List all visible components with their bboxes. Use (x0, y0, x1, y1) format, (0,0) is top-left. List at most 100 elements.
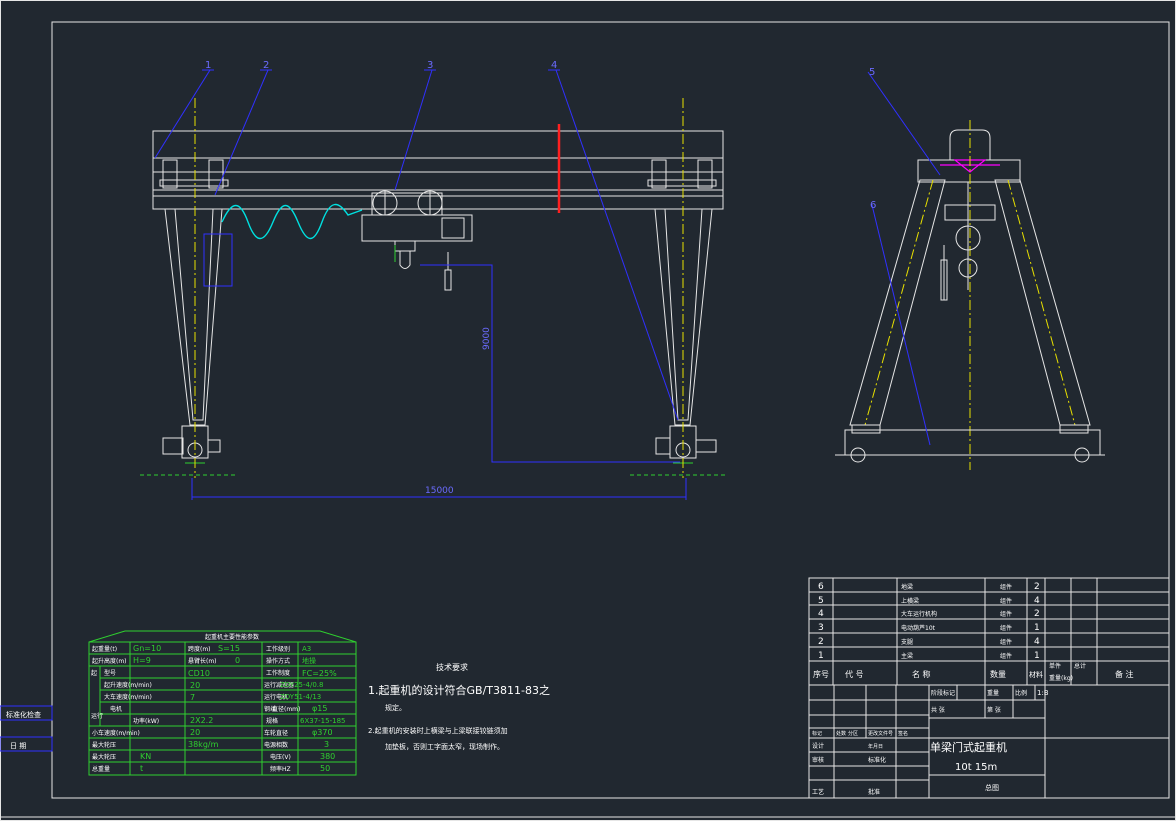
title-name: 单梁门式起重机 (930, 740, 1007, 754)
param-label: 车轮直径 (264, 729, 288, 737)
param-label: 电压(V) (270, 753, 291, 761)
param-label: 运行 (91, 712, 103, 720)
bom-hdr-name: 名 称 (912, 669, 931, 679)
param-label: 总重量 (92, 765, 110, 773)
tb-change: 更改文件号 (868, 730, 893, 737)
tech-line1b: 规定。 (385, 703, 406, 712)
bom-row-name: 大车运行机构 (901, 610, 937, 618)
span-dim: 15000 (425, 486, 454, 496)
param-label: 起升高度(m) (92, 657, 127, 665)
tb-sheets: 共 张 (931, 706, 945, 714)
param-value: 3 (324, 740, 329, 749)
param-value: 6X37-15-185 (300, 717, 345, 725)
bom-row-qty: 2 (1034, 582, 1040, 592)
param-label: 悬臂长(m) (188, 657, 217, 665)
param-label: 最大轮压 (92, 753, 116, 761)
title-spec: 10t 15m (955, 762, 997, 773)
param-value: A3 (302, 645, 311, 653)
tech-line2: 2.起重机的安装时上横梁与上梁联接铰链须加 (368, 726, 508, 735)
param-label: 跨度(m) (188, 645, 211, 653)
param-value: ZDY51-4/13 (280, 693, 321, 701)
bom-row-name: 电动葫芦10t (901, 624, 936, 632)
param-label: 最大轮压 (92, 741, 116, 749)
bom-row-no: 1 (818, 651, 824, 661)
tb-process: 工艺 (812, 788, 824, 796)
side-label-a: 标准化检查 (6, 710, 41, 719)
param-label: 工作级别 (266, 645, 290, 653)
param-value: 20 (190, 681, 200, 690)
tb-design: 设计 (812, 742, 824, 750)
bom-row-name: 支腿 (901, 638, 913, 646)
bom-hdr-total: 总计 (1074, 662, 1086, 670)
tb-sign: 签名 (898, 730, 908, 737)
param-value: 38kg/m (188, 740, 219, 749)
param-value: 2X2.2 (190, 716, 213, 725)
param-label: 起重量(t) (92, 645, 117, 653)
balloon-6: 6 (870, 200, 876, 211)
cad-drawing: 1 2 3 4 9000 15000 5 6 起重机主要性能参数 起重量(t) … (0, 0, 1176, 821)
drawing-frame (51, 21, 1170, 799)
tb-sheet-no: 第 张 (987, 706, 1001, 714)
param-value: CD10 (188, 669, 210, 678)
param-value: H=9 (133, 656, 151, 665)
bom-row-qty: 4 (1034, 596, 1040, 606)
param-value: ZDY25-4/0.8 (280, 681, 323, 689)
param-value: FC=25% (302, 669, 337, 678)
tb-scale: 比例 (1015, 689, 1027, 697)
tb-mark: 标记 (812, 730, 822, 737)
bom-hdr-no: 序号 (813, 669, 829, 679)
bom-row-qty: 4 (1034, 637, 1040, 647)
param-value: 7 (190, 693, 195, 702)
param-value: S=15 (218, 644, 240, 653)
params-title: 起重机主要性能参数 (205, 633, 259, 641)
param-label: 相数 (276, 741, 288, 749)
bom-hdr-remark: 备 注 (1115, 669, 1134, 679)
param-value: φ15 (312, 704, 327, 713)
param-label: 工作制度 (266, 669, 290, 677)
balloon-2: 2 (263, 60, 269, 71)
electric-hoist (361, 190, 473, 269)
bom-row-no: 2 (818, 637, 824, 647)
bom-row-qty: 2 (1034, 609, 1040, 619)
param-label: 直径(mm) (272, 705, 300, 713)
param-label: 起 (91, 669, 97, 677)
tech-title: 技术要求 (436, 662, 468, 672)
bom-row-mat: 组件 (1000, 638, 1012, 646)
bom-row-name: 地梁 (901, 583, 913, 591)
front-view (140, 69, 725, 500)
bom-row-mat: 组件 (1000, 610, 1012, 618)
param-label: 小车速度(m/min) (92, 729, 140, 737)
balloon-3: 3 (427, 60, 433, 71)
bom-hdr-mat: 材料 (1029, 670, 1043, 679)
param-label: 频率HZ (270, 765, 291, 773)
bom-row-mat: 组件 (1000, 652, 1012, 660)
param-value: 0 (235, 656, 240, 665)
balloon-1: 1 (205, 60, 211, 71)
tech-line1: 1.起重机的设计符合GB/T3811-83之 (368, 683, 550, 697)
bom-row-no: 6 (818, 582, 824, 592)
param-label: 功率(kW) (133, 717, 159, 725)
tb-stage: 阶段标记 (931, 689, 955, 697)
param-value: 50 (320, 764, 330, 773)
tb-review: 审核 (812, 756, 824, 764)
tb-approve: 批准 (868, 788, 880, 796)
param-label: 规格 (266, 717, 278, 725)
drawing-no: 总图 (985, 783, 999, 792)
bom-row-name: 主梁 (901, 652, 913, 660)
param-label: 操作方式 (266, 657, 290, 665)
tb-date: 年月日 (868, 743, 883, 750)
height-dim: 9000 (482, 327, 492, 350)
bom-row-mat: 组件 (1000, 583, 1012, 591)
param-value: KN (140, 752, 151, 761)
tb-scale-value: 1:B (1037, 689, 1049, 697)
tech-line2b: 加垫板，否则工字面太窄，现场制作。 (385, 742, 504, 751)
side-view (835, 71, 1105, 470)
bom-row-qty: 1 (1034, 651, 1040, 661)
bom-row-mat: 组件 (1000, 624, 1012, 632)
tb-standard: 标准化 (868, 756, 886, 764)
tb-count: 处数 (836, 730, 846, 737)
param-label: 电机 (110, 705, 122, 713)
param-label: 型号 (104, 669, 116, 677)
param-value: Gn=10 (133, 644, 161, 653)
bom-hdr-unit: 单件 (1049, 662, 1061, 670)
